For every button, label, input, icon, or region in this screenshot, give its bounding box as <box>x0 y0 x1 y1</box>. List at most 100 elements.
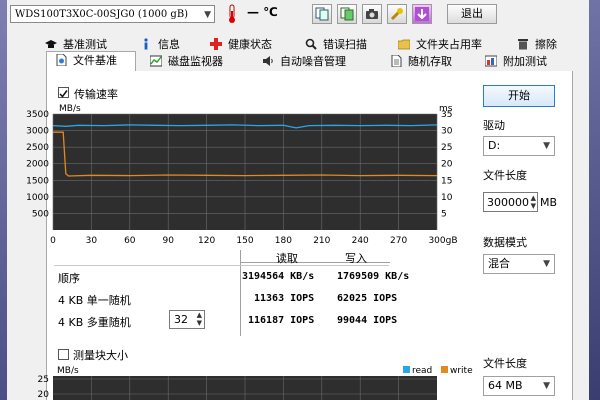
x-tick-label: 90 <box>162 236 174 246</box>
row-label-4k-single: 4 KB 单一随机 <box>58 294 131 307</box>
tab-noise-management[interactable]: 自动噪音管理 <box>262 53 346 70</box>
y-right-axis-label: ms <box>439 104 453 114</box>
drive-dropdown[interactable]: WDS100T3X0C-00SJG0 (1000 gB) ▼ <box>10 5 215 23</box>
file-length-label: 文件长度 <box>483 169 527 182</box>
tab-label: 文件夹占用率 <box>416 38 482 51</box>
tab-label: 信息 <box>158 38 180 51</box>
copy-icon <box>315 7 329 21</box>
spinner-arrows-icon[interactable]: ▲ ▼ <box>197 311 202 327</box>
screenshot-button[interactable] <box>362 4 382 24</box>
tab-label: 健康状态 <box>228 38 272 51</box>
y-right-tick-label: 25 <box>441 143 452 153</box>
document-icon <box>391 55 402 67</box>
temperature-readout: — ℃ <box>247 5 278 19</box>
transfer-rate-checkbox[interactable] <box>58 87 69 98</box>
sequential-write-value: 1769509 KB/s <box>337 271 410 282</box>
x-tick-label: 180 <box>275 236 292 246</box>
checkmark-icon <box>59 90 68 98</box>
block-size-chart: 25 20 MB/s read write <box>38 366 473 400</box>
download-button[interactable] <box>412 4 432 24</box>
camera-icon <box>366 9 378 19</box>
tab-label: 基准测试 <box>63 38 107 51</box>
legend-swatch-read <box>403 366 410 373</box>
copy-green-button[interactable] <box>337 4 357 24</box>
tab-label: 文件基准 <box>73 54 117 67</box>
tab-erase[interactable]: 擦除 <box>517 36 557 53</box>
x-tick-label: 240 <box>352 236 369 246</box>
y-left-tick-label: 2500 <box>26 143 49 153</box>
y-right-tick-label: 10 <box>441 193 453 203</box>
drive-label: 驱动 <box>483 119 505 132</box>
folder-icon <box>398 39 410 50</box>
block-length-label: 文件长度 <box>483 357 527 370</box>
info-icon <box>144 38 148 50</box>
row-label-4k-multi: 4 KB 多重随机 <box>58 316 131 329</box>
tab-folder-usage[interactable]: 文件夹占用率 <box>398 36 482 53</box>
speaker-icon <box>263 56 273 66</box>
options-button[interactable] <box>387 4 407 24</box>
block-size-checkbox[interactable] <box>58 349 69 360</box>
chevron-down-icon: ▼ <box>204 10 211 20</box>
legend-label-write: write <box>450 366 473 376</box>
x-tick-label: 150 <box>236 236 253 246</box>
block-length-combo[interactable]: 64 MB ▼ <box>483 376 555 396</box>
drive-dropdown-value: WDS100T3X0C-00SJG0 (1000 gB) <box>15 9 189 20</box>
y-right-tick-label: 5 <box>441 209 447 219</box>
thermometer-icon <box>229 4 235 23</box>
copy-button[interactable] <box>312 4 332 24</box>
y-left-tick-label: 20 <box>38 390 50 400</box>
table-divider <box>240 262 390 263</box>
tab-disk-monitor[interactable]: 磁盘监视器 <box>150 53 223 70</box>
queue-depth-value: 32 <box>174 313 188 326</box>
table-divider <box>54 265 389 266</box>
red-cross-icon <box>210 38 222 50</box>
tab-label: 随机存取 <box>408 55 452 68</box>
y-right-tick-label: 15 <box>441 176 452 186</box>
x-tick-label: 210 <box>313 236 330 246</box>
tab-info[interactable]: 信息 <box>140 36 180 53</box>
trash-icon <box>518 39 528 50</box>
file-length-unit: MB <box>540 196 558 209</box>
tab-error-scan[interactable]: 错误扫描 <box>305 36 367 53</box>
data-mode-label: 数据模式 <box>483 236 527 249</box>
tab-random-access[interactable]: 随机存取 <box>390 53 452 70</box>
x-tick-label: 270 <box>390 236 407 246</box>
file-length-input[interactable]: 300000 ▲ ▼ <box>483 192 538 212</box>
copy-green-icon <box>340 7 354 21</box>
read-header: 读取 <box>276 252 298 265</box>
spinner-arrows-icon[interactable]: ▲ ▼ <box>531 194 536 210</box>
legend-label-read: read <box>412 366 432 376</box>
data-mode-value: 混合 <box>488 257 510 270</box>
graduation-cap-icon <box>45 40 57 48</box>
4k-multi-write-value: 99044 IOPS <box>337 315 398 326</box>
drive-combo[interactable]: D: ▼ <box>483 136 555 156</box>
y-left-axis-label: MB/s <box>57 366 79 376</box>
tab-extra-tests[interactable]: 附加测试 <box>485 53 547 70</box>
extra-test-icon <box>485 55 497 67</box>
tab-label: 附加测试 <box>503 55 547 68</box>
y-left-tick-label: 2000 <box>26 160 49 170</box>
x-tick-label: 300gB <box>428 236 457 246</box>
app-window: WDS100T3X0C-00SJG0 (1000 gB) ▼ — ℃ 退出 基准… <box>7 0 589 400</box>
queue-depth-spinner[interactable]: 32 ▲ ▼ <box>169 310 205 329</box>
exit-button[interactable]: 退出 <box>447 4 497 24</box>
block-length-value: 64 MB <box>488 379 523 392</box>
file-benchmark-icon <box>56 54 67 66</box>
drive-combo-value: D: <box>488 139 501 152</box>
monitor-chart-icon <box>150 55 162 67</box>
tab-health[interactable]: 健康状态 <box>210 36 272 53</box>
chevron-down-icon: ▼ <box>543 141 550 151</box>
y-left-tick-label: 1500 <box>26 176 49 186</box>
data-mode-combo[interactable]: 混合 ▼ <box>483 254 555 274</box>
x-tick-label: 60 <box>124 236 136 246</box>
start-button[interactable]: 开始 <box>483 85 555 107</box>
y-right-tick-label: 20 <box>441 160 453 170</box>
temperature-value: — <box>247 5 259 19</box>
y-left-axis-label: MB/s <box>59 104 81 114</box>
y-left-tick-label: 3000 <box>26 127 49 137</box>
transfer-rate-chart: 0 30 60 90 120 150 180 210 240 270 300gB3500 353000… <box>26 104 457 246</box>
tab-file-benchmark[interactable]: 文件基准 <box>46 51 136 71</box>
4k-single-write-value: 62025 IOPS <box>337 293 398 304</box>
block-size-label: 测量块大小 <box>73 349 128 362</box>
tab-label: 擦除 <box>535 38 557 51</box>
